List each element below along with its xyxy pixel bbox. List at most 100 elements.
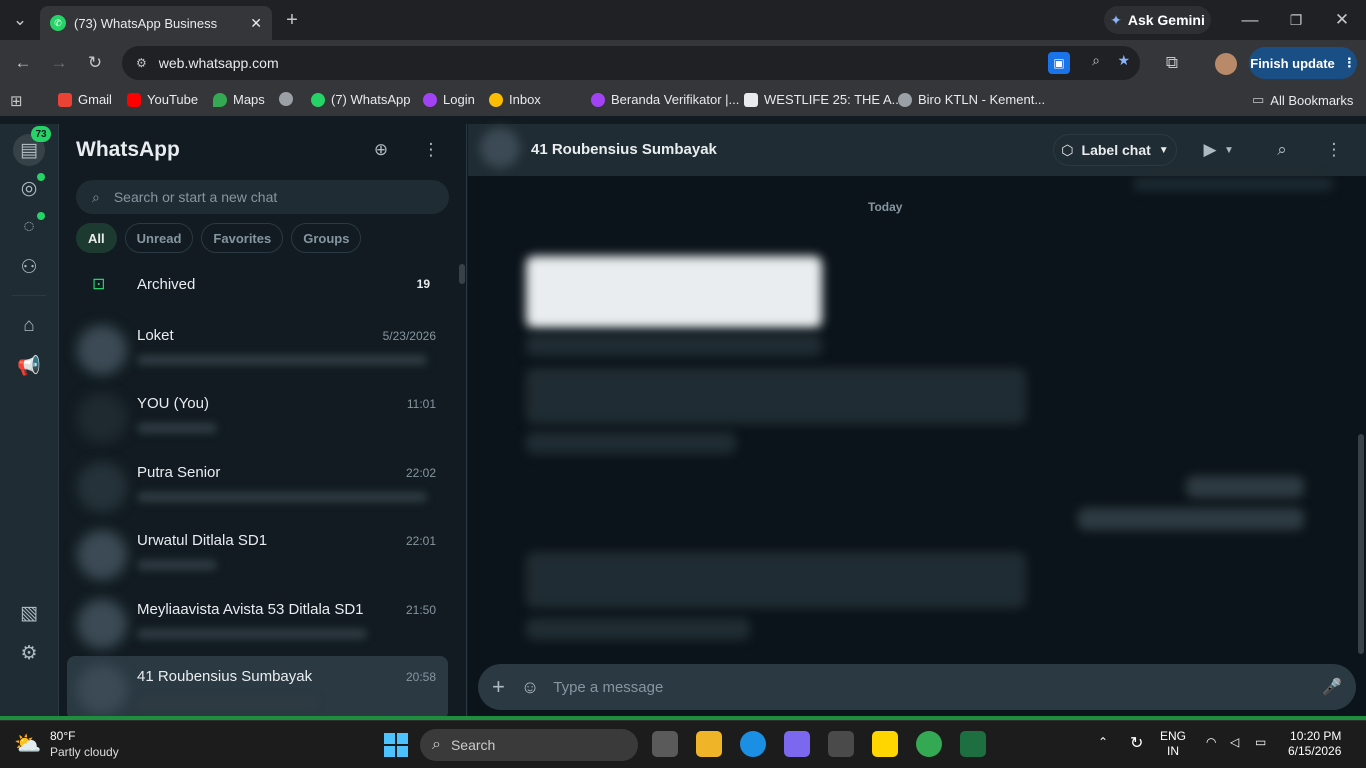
contact-name[interactable]: 41 Roubensius Sumbayak: [531, 141, 717, 158]
chat-row[interactable]: YOU (You) 11:01: [67, 385, 448, 449]
chat-row[interactable]: Urwatul Ditlala SD1 22:01: [67, 522, 448, 586]
bookmark-whatsapp[interactable]: (7) WhatsApp: [311, 92, 410, 107]
rail-divider: [12, 295, 46, 296]
catalog-store-icon[interactable]: ⌂: [14, 311, 44, 341]
taskbar-search-box[interactable]: ⌕ Search: [420, 729, 638, 761]
weather-desc: Partly cloudy: [50, 745, 119, 759]
microphone-icon[interactable]: 🎤: [1322, 677, 1342, 697]
conversation-scrollbar[interactable]: [1358, 434, 1364, 654]
finish-update-label: Finish update: [1250, 55, 1335, 71]
archived-count: 19: [416, 277, 430, 291]
volume-icon[interactable]: ◁: [1230, 735, 1239, 749]
apps-grid-icon[interactable]: ⊞: [10, 92, 23, 110]
avatar: [77, 599, 127, 649]
bookmark-star-icon[interactable]: ★: [1117, 52, 1130, 69]
archived-row[interactable]: ⊡ Archived 19: [59, 268, 451, 300]
extensions-icon[interactable]: ⧉: [1158, 49, 1186, 77]
youtube-icon: [127, 92, 141, 107]
lang-bottom: IN: [1167, 744, 1179, 758]
input-language-indicator[interactable]: ENG IN: [1160, 729, 1186, 759]
filter-favorites[interactable]: Favorites: [201, 223, 284, 253]
media-gallery-icon[interactable]: ▧: [14, 598, 44, 628]
bookmark-biro-ktln[interactable]: Biro KTLN - Kement...: [898, 92, 1045, 107]
unread-badge: 73: [31, 126, 51, 142]
show-hidden-icons-chevron[interactable]: ⌃: [1098, 735, 1108, 749]
tab-search-icon[interactable]: ⌄: [6, 6, 34, 34]
chat-search-box[interactable]: ⌕: [76, 180, 449, 214]
zoom-icon[interactable]: ⌕: [1092, 52, 1100, 69]
avatar: [77, 393, 127, 443]
settings-gear-icon[interactable]: ⚙: [14, 638, 44, 668]
chat-row[interactable]: Loket 5/23/2026: [67, 317, 448, 381]
search-in-chat-icon[interactable]: ⌕: [1268, 136, 1296, 164]
chat-list-scrollbar[interactable]: [459, 264, 465, 284]
chat-time: 21:50: [405, 603, 436, 617]
bookmark-beranda[interactable]: Beranda Verifikator |...: [591, 92, 739, 107]
sticky-notes-icon[interactable]: [872, 731, 898, 757]
login-icon: [423, 92, 437, 107]
communities-icon[interactable]: ⚇: [14, 252, 44, 282]
site-info-icon[interactable]: ⚙: [136, 56, 147, 70]
chat-time: 20:58: [405, 670, 436, 684]
chat-preview-blurred: [137, 355, 427, 365]
back-icon[interactable]: ←: [9, 49, 37, 77]
close-tab-icon[interactable]: ✕: [250, 15, 262, 32]
sync-icon[interactable]: ↻: [1130, 733, 1143, 753]
windows-start-icon[interactable]: [384, 733, 408, 757]
bookmark-login[interactable]: Login: [423, 92, 475, 107]
bookmark-inbox[interactable]: Inbox: [489, 92, 541, 107]
file-explorer-icon[interactable]: [696, 731, 722, 757]
ask-gemini-button[interactable]: ✦ Ask Gemini: [1104, 6, 1211, 34]
copilot-app-icon[interactable]: [784, 731, 810, 757]
filter-unread[interactable]: Unread: [124, 223, 194, 253]
bookmark-westlife[interactable]: WESTLIFE 25: THE A...: [744, 92, 902, 107]
wifi-icon[interactable]: ◠: [1206, 735, 1216, 749]
chrome-icon[interactable]: [916, 731, 942, 757]
finish-update-button[interactable]: Finish update ⋮: [1249, 47, 1357, 79]
battery-icon[interactable]: ▭: [1255, 735, 1266, 749]
filter-groups[interactable]: Groups: [291, 223, 362, 253]
weather-widget[interactable]: ⛅ 80°F Partly cloudy: [14, 727, 134, 763]
bookmark-maps[interactable]: Maps: [213, 92, 265, 107]
new-chat-icon[interactable]: ⊕: [367, 136, 395, 164]
filter-all[interactable]: All: [76, 223, 117, 253]
reload-icon[interactable]: ↻: [81, 49, 109, 77]
label-chat-button[interactable]: ⬡ Label chat ▼: [1053, 134, 1177, 166]
bookmark-youtube[interactable]: YouTube: [127, 92, 198, 107]
call-dropdown-chevron-icon[interactable]: ▼: [1215, 136, 1243, 164]
chat-row-selected[interactable]: 41 Roubensius Sumbayak 20:58: [67, 656, 448, 720]
new-tab-button[interactable]: +: [278, 6, 306, 34]
all-bookmarks-button[interactable]: ▭ All Bookmarks: [1252, 92, 1353, 108]
profile-avatar[interactable]: [1215, 53, 1237, 75]
contact-avatar[interactable]: [480, 128, 520, 168]
edge-browser-icon[interactable]: [740, 731, 766, 757]
folder-icon: ▭: [1252, 92, 1265, 107]
windows-taskbar: ⛅ 80°F Partly cloudy ⌕ Search ⌃ ↻ ENG IN…: [0, 720, 1366, 768]
chat-name: YOU (You): [137, 395, 209, 412]
close-window-icon[interactable]: ✕: [1328, 6, 1356, 34]
chat-row[interactable]: Putra Senior 22:02: [67, 454, 448, 518]
browser-tab-whatsapp[interactable]: ✆ (73) WhatsApp Business ✕: [40, 6, 272, 40]
camera-app-icon[interactable]: [828, 731, 854, 757]
emoji-icon[interactable]: ☺: [521, 677, 539, 698]
chat-preview-blurred: [137, 629, 367, 639]
bookmark-globe[interactable]: [279, 92, 293, 106]
forward-icon[interactable]: →: [45, 49, 73, 77]
chat-row[interactable]: Meyliaavista Avista 53 Ditlala SD1 21:50: [67, 591, 448, 655]
chat-menu-kebab-icon[interactable]: ⋮: [1320, 136, 1348, 164]
chat-preview-blurred: [137, 423, 217, 433]
advertise-megaphone-icon[interactable]: 📢: [14, 351, 44, 381]
minimize-window-icon[interactable]: —: [1236, 6, 1264, 34]
restore-window-icon[interactable]: ❐: [1282, 6, 1310, 34]
task-view-icon[interactable]: [652, 731, 678, 757]
address-bar[interactable]: ⚙ web.whatsapp.com ▣ ⌕ ★: [122, 46, 1140, 80]
clock[interactable]: 10:20 PM 6/15/2026: [1288, 729, 1341, 759]
menu-kebab-icon[interactable]: ⋮: [417, 136, 445, 164]
taskbar-search-label: Search: [450, 737, 496, 753]
bookmark-gmail[interactable]: Gmail: [58, 92, 112, 107]
search-input[interactable]: [113, 189, 414, 205]
attach-plus-icon[interactable]: +: [492, 674, 505, 700]
install-app-icon[interactable]: ▣: [1048, 52, 1070, 74]
excel-icon[interactable]: [960, 731, 986, 757]
message-input[interactable]: [553, 678, 1254, 696]
